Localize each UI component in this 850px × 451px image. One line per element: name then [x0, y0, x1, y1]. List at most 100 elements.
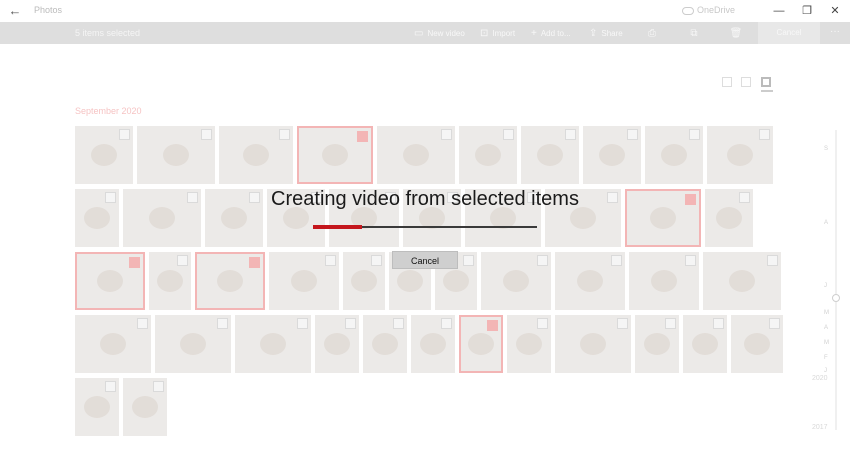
selection-checkbox[interactable] [503, 129, 514, 140]
selection-checkbox[interactable] [767, 255, 778, 266]
photo-thumbnail[interactable] [583, 126, 641, 184]
photo-thumbnail[interactable] [149, 252, 191, 310]
photo-content [157, 270, 183, 292]
back-arrow-icon[interactable]: ← [6, 3, 24, 19]
print-icon[interactable]: ⎙ [643, 22, 661, 44]
selection-checkbox[interactable] [617, 318, 628, 329]
photo-thumbnail[interactable] [635, 315, 679, 373]
view-medium-icon[interactable] [741, 77, 751, 87]
selection-checkbox[interactable] [689, 129, 700, 140]
selection-checkbox[interactable] [325, 255, 336, 266]
photo-thumbnail[interactable] [629, 252, 699, 310]
photo-thumbnail[interactable] [411, 315, 455, 373]
photo-thumbnail[interactable] [315, 315, 359, 373]
photo-thumbnail[interactable] [555, 252, 625, 310]
photo-thumbnail[interactable] [555, 315, 631, 373]
photo-content [443, 270, 469, 292]
photo-thumbnail[interactable] [507, 315, 551, 373]
minimize-button[interactable]: — [764, 0, 794, 22]
share-icon: ⇪ [589, 27, 598, 39]
restore-button[interactable]: ❐ [792, 0, 822, 22]
photo-thumbnail[interactable] [123, 378, 167, 436]
selection-checkbox[interactable] [537, 255, 548, 266]
selection-checkbox[interactable] [441, 129, 452, 140]
selection-checkbox[interactable] [217, 318, 228, 329]
import-button[interactable]: ⊡ Import [480, 22, 515, 44]
selection-checkbox[interactable] [685, 255, 696, 266]
selection-checkbox[interactable] [441, 318, 452, 329]
photo-thumbnail[interactable] [75, 315, 151, 373]
photo-thumbnail[interactable] [459, 315, 503, 373]
selection-checkbox[interactable] [153, 381, 164, 392]
selection-checkbox[interactable] [137, 318, 148, 329]
photo-thumbnail[interactable] [481, 252, 551, 310]
selection-checkbox[interactable] [297, 318, 308, 329]
copy-icon[interactable]: ⧉ [685, 22, 703, 44]
photo-content [397, 270, 423, 292]
selection-checkbox[interactable] [627, 129, 638, 140]
photo-thumbnail[interactable] [343, 252, 385, 310]
add-to-button[interactable]: + Add to... [531, 22, 571, 44]
photo-content [322, 144, 348, 166]
close-button[interactable]: ✕ [820, 0, 850, 22]
cloud-icon [682, 6, 694, 15]
view-large-icon[interactable] [722, 77, 732, 87]
photo-thumbnail[interactable] [363, 315, 407, 373]
selection-checkbox[interactable] [759, 129, 770, 140]
photo-thumbnail[interactable] [703, 252, 781, 310]
photo-thumbnail[interactable] [75, 126, 133, 184]
selection-checkbox[interactable] [201, 129, 212, 140]
selection-checkbox[interactable] [105, 381, 116, 392]
photo-thumbnail[interactable] [235, 315, 311, 373]
timeline-thumb[interactable] [832, 294, 840, 302]
view-small-icon[interactable] [761, 77, 771, 87]
photo-thumbnail[interactable] [219, 126, 293, 184]
delete-icon[interactable]: 🗑 [727, 22, 745, 44]
photo-thumbnail[interactable] [195, 252, 265, 310]
selection-checkbox[interactable] [713, 318, 724, 329]
selection-checkbox[interactable] [249, 257, 260, 268]
photo-content [599, 144, 625, 166]
photo-thumbnail[interactable] [645, 126, 703, 184]
dialog-cancel-button[interactable]: Cancel [392, 251, 458, 269]
photo-thumbnail[interactable] [377, 126, 455, 184]
share-button[interactable]: ⇪ Share [589, 22, 623, 44]
photo-thumbnail[interactable] [459, 126, 517, 184]
photo-thumbnail[interactable] [683, 315, 727, 373]
new-video-button[interactable]: ▭ New video [414, 22, 465, 44]
selection-checkbox[interactable] [345, 318, 356, 329]
selection-checkbox[interactable] [357, 131, 368, 142]
selection-checkbox[interactable] [611, 255, 622, 266]
onedrive-status[interactable]: OneDrive [682, 5, 735, 15]
photo-thumbnail[interactable] [521, 126, 579, 184]
selection-checkbox[interactable] [487, 320, 498, 331]
photo-thumbnail[interactable] [269, 252, 339, 310]
selection-checkbox[interactable] [177, 255, 188, 266]
selection-checkbox[interactable] [463, 255, 474, 266]
more-options-icon[interactable]: ··· [824, 22, 846, 44]
view-active-indicator [761, 90, 773, 92]
photo-thumbnail[interactable] [731, 315, 783, 373]
selection-checkbox[interactable] [769, 318, 780, 329]
photo-content [420, 333, 446, 355]
timeline-month-label: M [824, 310, 829, 316]
photo-content [692, 333, 718, 355]
selection-checkbox[interactable] [129, 257, 140, 268]
photo-thumbnail[interactable] [155, 315, 231, 373]
selection-checkbox[interactable] [279, 129, 290, 140]
selection-checkbox[interactable] [119, 129, 130, 140]
timeline-scrubber[interactable] [835, 130, 837, 430]
photo-thumbnail[interactable] [75, 252, 145, 310]
photo-thumbnail[interactable] [75, 378, 119, 436]
selection-checkbox[interactable] [393, 318, 404, 329]
selection-checkbox[interactable] [537, 318, 548, 329]
selection-checkbox[interactable] [565, 129, 576, 140]
photo-thumbnail[interactable] [707, 126, 773, 184]
photo-thumbnail[interactable] [137, 126, 215, 184]
selection-checkbox[interactable] [665, 318, 676, 329]
photo-row [75, 315, 783, 373]
selection-checkbox[interactable] [371, 255, 382, 266]
photo-content [351, 270, 377, 292]
photo-thumbnail[interactable] [297, 126, 373, 184]
toolbar-cancel-button[interactable]: Cancel [758, 22, 820, 44]
